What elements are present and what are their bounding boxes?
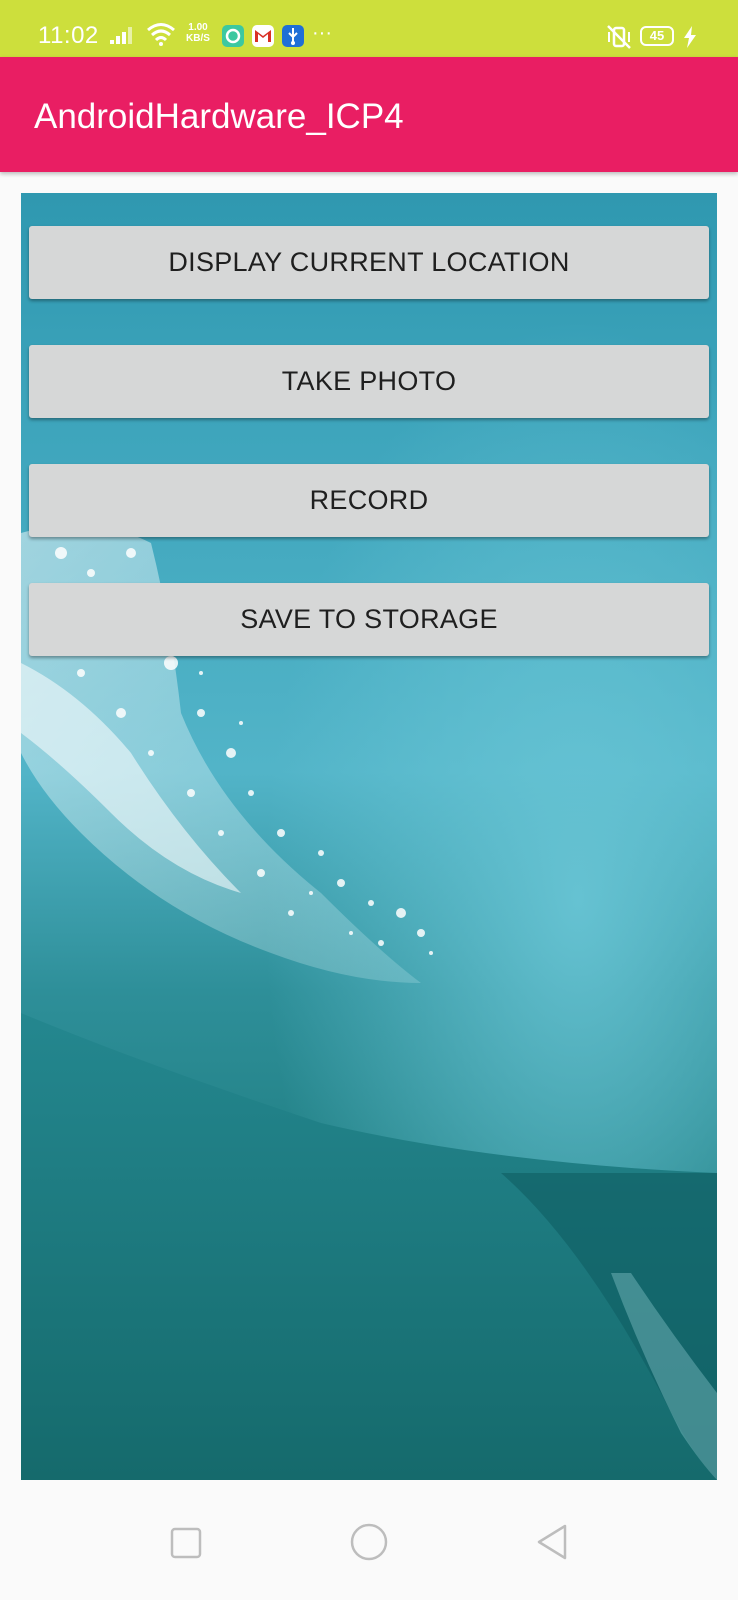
usb-icon xyxy=(282,25,304,47)
take-photo-button[interactable]: TAKE PHOTO xyxy=(29,345,709,418)
home-icon[interactable] xyxy=(349,1522,389,1562)
recent-apps-icon[interactable] xyxy=(170,1527,202,1559)
vibrate-icon xyxy=(607,25,631,49)
more-icon: ··· xyxy=(312,22,332,44)
record-button[interactable]: RECORD xyxy=(29,464,709,537)
app-title: AndroidHardware_ICP4 xyxy=(34,97,404,136)
display-location-button[interactable]: DISPLAY CURRENT LOCATION xyxy=(29,226,709,299)
wifi-icon xyxy=(147,23,175,46)
charging-icon xyxy=(684,26,696,48)
content-area: DISPLAY CURRENT LOCATION TAKE PHOTO RECO… xyxy=(21,193,717,1480)
green-app-icon xyxy=(222,25,244,47)
gmail-icon xyxy=(252,25,274,47)
save-to-storage-button[interactable]: SAVE TO STORAGE xyxy=(29,583,709,656)
status-time: 11:02 xyxy=(38,22,99,49)
signal-icon xyxy=(110,27,132,44)
status-bar: 11:02 1.00 KB/S ··· 45 xyxy=(0,0,738,57)
navigation-bar xyxy=(0,1480,738,1600)
app-bar: AndroidHardware_ICP4 xyxy=(0,57,738,172)
network-speed-value: 1.00 xyxy=(188,22,208,33)
back-icon[interactable] xyxy=(535,1523,569,1561)
network-speed-unit: KB/S xyxy=(186,33,210,44)
network-speed: 1.00 KB/S xyxy=(183,22,213,44)
battery-icon: 45 xyxy=(640,26,674,46)
